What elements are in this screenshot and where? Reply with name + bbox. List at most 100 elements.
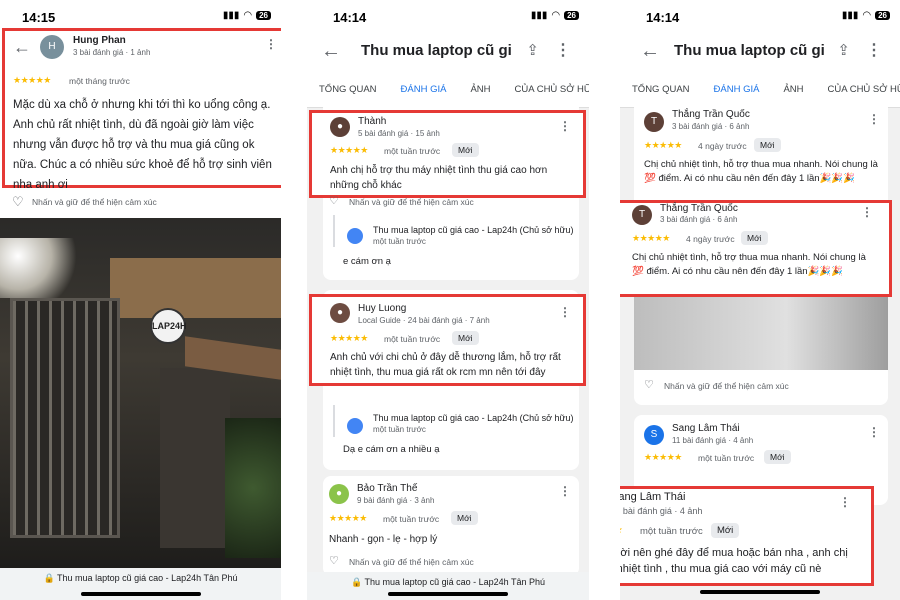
new-badge: Mới [452,143,479,157]
owner-name[interactable]: Thu mua laptop cũ giá cao - Lap24h (Chủ … [373,225,583,235]
building-wall [110,258,281,318]
more-options-icon[interactable]: ⋮ [866,40,882,60]
more-options-icon[interactable]: ⋮ [555,40,571,60]
avatar: T [644,112,664,132]
home-indicator[interactable] [388,592,508,596]
avatar: S [644,425,664,445]
react-hint: Nhấn và giữ để thể hiện cảm xúc [664,381,789,391]
reviewer-meta: 11 bài đánh giá · 4 ảnh [672,436,754,445]
star-rating: ★★★★★ [330,333,368,343]
highlighted-review: ● Huy Luong Local Guide · 24 bài đánh gi… [309,294,586,386]
wifi-icon: ◠ [243,10,253,21]
owner-name[interactable]: Thu mua laptop cũ giá cao - Lap24h (Chủ … [373,413,583,423]
reviewer-name[interactable]: Sang Lâm Thái [620,491,685,503]
app-title: Thu mua laptop cũ giá c... [361,42,511,59]
status-icons: ▮▮▮ ◠ 26 [223,10,271,21]
review-text: Mặc dù xa chỗ ở nhưng khi tới thì ko uổn… [13,99,272,191]
light-glare [0,238,90,298]
heart-icon[interactable]: ♡ [644,378,654,391]
owner-avatar [347,228,363,244]
review-time: một tuần trước [698,453,755,463]
avatar: ● [330,117,350,137]
shop-sign: LAP24H [150,308,187,344]
heart-icon[interactable]: ♡ [329,554,339,567]
phone-screen-3: 14:14 ▮▮▮ ◠ 26 ← Thu mua laptop cũ giá .… [620,0,900,600]
back-arrow-icon[interactable]: ← [321,40,341,63]
heart-icon[interactable]: ♡ [12,194,24,210]
new-badge: Mới [754,138,781,152]
review-time: một tuần trước [384,334,441,344]
highlighted-review: T Thắng Trần Quốc 3 bài đánh giá · 6 ảnh… [620,200,892,297]
avatar: ● [330,303,350,323]
avatar: T [632,205,652,225]
reviewer-name[interactable]: Thắng Trần Quốc [672,109,750,120]
review-text: Chị chủ nhiệt tình, hỗ trợ thua mua nhan… [632,252,866,277]
review-text: Anh chủ với chi chủ ở đây dễ thương lắm,… [330,352,561,378]
back-arrow-icon[interactable]: ← [640,40,660,63]
home-indicator[interactable] [700,590,820,594]
share-icon[interactable]: ⇪ [526,41,539,59]
reviewer-name[interactable]: Hung Phan [73,35,126,46]
more-options-icon[interactable]: ⋮ [559,484,571,498]
more-options-icon[interactable]: ⋮ [559,119,571,133]
owner-reply-text: e cám ơn ạ [343,256,391,267]
owner-reply-time: một tuần trước [373,425,426,434]
home-indicator[interactable] [80,592,201,596]
reviewer-meta: 3 bài đánh giá · 6 ảnh [672,122,750,131]
react-hint: Nhấn và giữ để thể hiện cảm xúc [349,557,474,567]
doorway [160,368,230,548]
more-options-icon[interactable]: ⋮ [868,425,880,439]
more-options-icon[interactable]: ⋮ [559,305,571,319]
wifi-icon: ◠ [551,10,561,21]
reviewer-meta: 3 bài đánh giá · 1 ảnh [73,48,151,57]
app-title: Thu mua laptop cũ giá ... [674,42,824,59]
reviewer-meta: 3 bài đánh giá · 6 ảnh [660,215,738,224]
new-badge: Mới [451,511,478,525]
reviewer-name[interactable]: Thành [358,116,386,127]
status-bar: 14:14 ▮▮▮ ◠ 26 [307,0,589,32]
more-options-icon[interactable]: ⋮ [861,205,873,219]
more-options-icon[interactable]: ⋮ [839,495,851,509]
lock-icon: 🔒 [350,577,363,587]
review-text: Mọi người nên ghé đây để mua hoặc bán nh… [620,547,848,575]
review-text: Anh chị hỗ trợ thu máy nhiệt tình thu gi… [330,165,548,191]
review-time: một tuần trước [384,146,441,156]
metal-gate [10,298,120,538]
reviewer-name[interactable]: Bảo Trần Thế [357,483,417,494]
star-rating: ★★★★★ [620,525,623,536]
url-text: Thu mua laptop cũ giá cao - Lap24h Tân P… [364,577,546,587]
new-badge: Mới [741,231,768,245]
new-badge: Mới [452,331,479,345]
reviewer-name[interactable]: Sang Lâm Thái [672,423,740,434]
reviewer-name[interactable]: Thắng Trần Quốc [660,203,738,214]
app-bar: ← Thu mua laptop cũ giá ... ⇪ ⋮ [620,32,900,74]
lock-icon: 🔒 [43,573,55,583]
star-rating: ★★★★★ [644,140,682,150]
signal-icon: ▮▮▮ [841,10,859,21]
signal-icon: ▮▮▮ [222,10,240,21]
owner-reply-time: một tuần trước [373,237,426,246]
reviewer-meta: 11 bài đánh giá · 4 ảnh [620,506,703,516]
avatar: H [40,35,64,59]
highlighted-review: ← H Hung Phan 3 bài đánh giá · 1 ảnh ⋮ ★… [2,28,281,191]
review-photo[interactable] [634,295,888,370]
signal-icon: ▮▮▮ [530,10,548,21]
app-bar: ← Thu mua laptop cũ giá c... ⇪ ⋮ [307,32,589,74]
new-badge: Mới [764,450,791,464]
status-icons: ▮▮▮ ◠ 26 [842,10,890,21]
owner-reply-text: Dạ e cám ơn a nhiều ạ [343,444,440,455]
more-options-icon[interactable]: ⋮ [265,37,277,51]
review-time: một tháng trước [69,76,130,86]
review-time: một tuần trước [640,526,703,537]
heart-icon[interactable]: ♡ [329,194,339,207]
storefront-photo[interactable]: LAP24H [0,218,281,568]
status-time: 14:14 [333,10,367,25]
review-time: 4 ngày trước [686,234,735,244]
share-icon[interactable]: ⇪ [837,41,850,59]
reviewer-meta: 5 bài đánh giá · 15 ảnh [358,129,440,138]
back-arrow-icon[interactable]: ← [13,37,31,58]
phone-screen-1: 14:15 ▮▮▮ ◠ 26 ← H Hung Phan 3 bài đánh … [0,0,281,600]
url-text: Thu mua laptop cũ giá cao - Lap24h Tân P… [57,573,238,583]
reviewer-name[interactable]: Huy Luong [358,303,406,314]
more-options-icon[interactable]: ⋮ [868,112,880,126]
